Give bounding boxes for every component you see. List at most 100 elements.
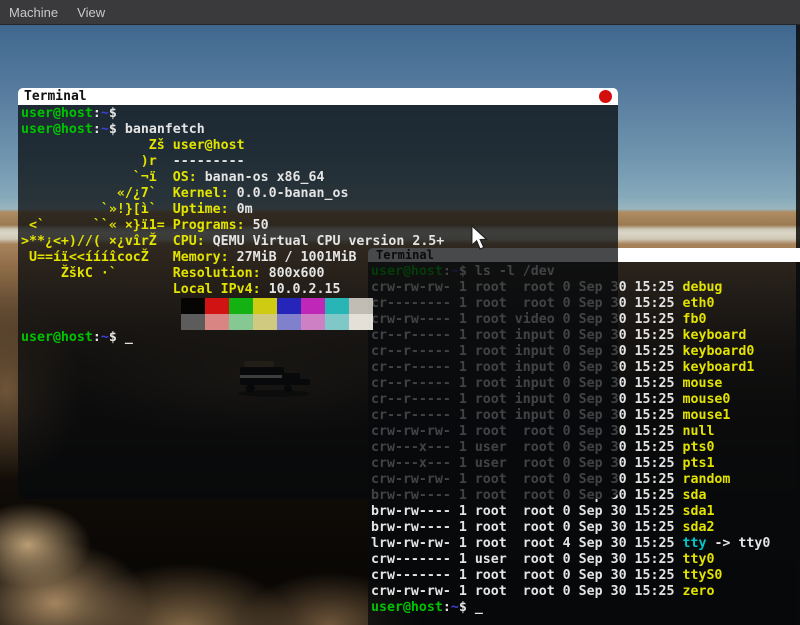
ls-name: eth0 bbox=[682, 296, 714, 311]
ls-entry: crw------- 1 root root 0 Sep 30 15:25 tt… bbox=[371, 568, 800, 584]
prompt-dir: ~ bbox=[101, 330, 109, 345]
prompt-dir: ~ bbox=[451, 600, 459, 615]
fetch-value: 0.0.0-banan_os bbox=[237, 186, 349, 201]
title-bar[interactable]: Terminal bbox=[18, 88, 618, 105]
ascii-art: `¬ï bbox=[21, 170, 173, 186]
palette-swatch bbox=[325, 314, 349, 330]
ascii-art: ŽškC ·` bbox=[21, 266, 173, 282]
fetch-line: «/¿7`Kernel: 0.0.0-banan_os bbox=[21, 186, 618, 202]
fetch-line: >**¿<+)//( ×¿vîrŽCPU: QEMU Virtual CPU v… bbox=[21, 234, 618, 250]
ls-name: tty bbox=[682, 536, 706, 551]
palette-swatch bbox=[301, 298, 325, 314]
cursor: _ bbox=[117, 330, 133, 345]
command-line: user@host:~$ bananfetch bbox=[21, 122, 618, 138]
ascii-art: `»!}[ì` bbox=[21, 202, 173, 218]
ascii-art: Zš bbox=[21, 138, 173, 154]
prompt-dir: ~ bbox=[101, 106, 109, 121]
prompt-sep: : bbox=[93, 330, 101, 345]
prompt-user: user@host bbox=[21, 122, 93, 137]
palette-swatch bbox=[229, 298, 253, 314]
ls-meta: crw------- 1 user root 0 Sep 30 15:25 bbox=[371, 552, 682, 567]
palette-swatch bbox=[229, 314, 253, 330]
palette-swatch bbox=[301, 314, 325, 330]
fetch-value: --------- bbox=[173, 154, 245, 169]
ascii-art: «/¿7` bbox=[21, 186, 173, 202]
fetch-line: `»!}[ì`Uptime: 0m bbox=[21, 202, 618, 218]
fetch-value: 27MiB / 1001MiB bbox=[237, 250, 357, 265]
fetch-label: OS: bbox=[173, 170, 205, 185]
ls-name: mouse0 bbox=[682, 392, 730, 407]
ls-name: pts1 bbox=[682, 456, 714, 471]
fetch-line: Zšuser@host bbox=[21, 138, 618, 154]
palette-row bbox=[21, 298, 618, 314]
ls-meta: brw-rw---- 1 root root 0 Sep 30 15:25 bbox=[371, 520, 682, 535]
menu-item-machine[interactable]: Machine bbox=[9, 5, 58, 20]
prompt-user: user@host bbox=[21, 106, 93, 121]
ls-name: sda bbox=[682, 488, 706, 503]
palette-swatch bbox=[181, 314, 205, 330]
ls-meta: lrw-rw-rw- 1 root root 4 Sep 30 15:25 bbox=[371, 536, 682, 551]
prompt-dir: ~ bbox=[101, 122, 109, 137]
ls-entry: crw-rw-rw- 1 root root 0 Sep 30 15:25 ze… bbox=[371, 584, 800, 600]
ls-meta: brw-rw---- 1 root root 0 Sep 30 15:25 bbox=[371, 504, 682, 519]
fetch-label: Memory: bbox=[173, 250, 237, 265]
fetch-label: Local IPv4: bbox=[173, 282, 269, 297]
fetch-line: ŽškC ·`Resolution: 800x600 bbox=[21, 266, 618, 282]
shell-prompt: user@host:~$ bbox=[21, 122, 117, 137]
palette-swatch bbox=[277, 314, 301, 330]
prompt-sep: : bbox=[93, 122, 101, 137]
prompt-user: user@host bbox=[371, 600, 443, 615]
ascii-art: )r bbox=[21, 154, 173, 170]
fetch-value: 50 bbox=[253, 218, 269, 233]
fetch-line: <` ``« ×}ï1=Programs: 50 bbox=[21, 218, 618, 234]
menubar: Machine View bbox=[0, 0, 800, 25]
color-palette bbox=[21, 298, 618, 330]
palette-swatch bbox=[205, 314, 229, 330]
ls-name: debug bbox=[682, 280, 722, 295]
fetch-label: Kernel: bbox=[173, 186, 237, 201]
palette-swatch bbox=[253, 298, 277, 314]
close-button[interactable] bbox=[599, 90, 612, 103]
vm-screen: Machine View Terminal user@host:~$ ls -l… bbox=[0, 0, 800, 625]
prompt-line: user@host:~$ _ bbox=[21, 330, 618, 346]
fetch-value: 0m bbox=[237, 202, 253, 217]
terminal-content[interactable]: user@host:~$ user@host:~$ bananfetch Zšu… bbox=[18, 105, 618, 499]
ls-entry: lrw-rw-rw- 1 root root 4 Sep 30 15:25 tt… bbox=[371, 536, 800, 552]
ls-name: fb0 bbox=[682, 312, 706, 327]
ascii-art: >**¿<+)//( ×¿vîrŽ bbox=[21, 234, 173, 250]
palette-row bbox=[21, 314, 618, 330]
shell-prompt: user@host:~$ bbox=[21, 106, 117, 121]
ls-name: zero bbox=[682, 584, 714, 599]
menu-item-view[interactable]: View bbox=[77, 5, 105, 20]
mouse-pointer-icon bbox=[471, 225, 488, 251]
fetch-value: 800x600 bbox=[269, 266, 325, 281]
command-text: bananfetch bbox=[117, 122, 205, 137]
fetch-value: banan-os x86_64 bbox=[205, 170, 325, 185]
fetch-value: 10.0.2.15 bbox=[269, 282, 341, 297]
fetch-line: )r--------- bbox=[21, 154, 618, 170]
ls-meta: crw------- 1 root root 0 Sep 30 15:25 bbox=[371, 568, 682, 583]
ls-meta: crw-rw-rw- 1 root root 0 Sep 30 15:25 bbox=[371, 584, 682, 599]
ls-name: random bbox=[682, 472, 730, 487]
window-title: Terminal bbox=[24, 89, 87, 104]
prompt-symbol: $ bbox=[109, 122, 117, 137]
fetch-line: `¬ïOS: banan-os x86_64 bbox=[21, 170, 618, 186]
ls-name: keyboard1 bbox=[682, 360, 754, 375]
terminal-window-front: Terminal user@host:~$ user@host:~$ banan… bbox=[18, 88, 618, 499]
palette-swatch bbox=[349, 298, 373, 314]
prompt-sep: : bbox=[443, 600, 451, 615]
palette-swatch bbox=[181, 298, 205, 314]
fetch-label: user@host bbox=[173, 138, 245, 153]
ls-name: mouse1 bbox=[682, 408, 730, 423]
ls-name: null bbox=[682, 424, 714, 439]
prompt-sep: : bbox=[93, 106, 101, 121]
ls-name: pts0 bbox=[682, 440, 714, 455]
ls-entry: crw------- 1 user root 0 Sep 30 15:25 tt… bbox=[371, 552, 800, 568]
fetch-label: Programs: bbox=[173, 218, 253, 233]
ls-link-target: -> tty0 bbox=[706, 536, 770, 551]
fetch-label: Resolution: bbox=[173, 266, 269, 281]
palette-swatch bbox=[253, 314, 277, 330]
prompt-symbol: $ bbox=[109, 330, 117, 345]
ls-name: sda2 bbox=[682, 520, 714, 535]
shell-prompt: user@host:~$ bbox=[371, 600, 467, 615]
